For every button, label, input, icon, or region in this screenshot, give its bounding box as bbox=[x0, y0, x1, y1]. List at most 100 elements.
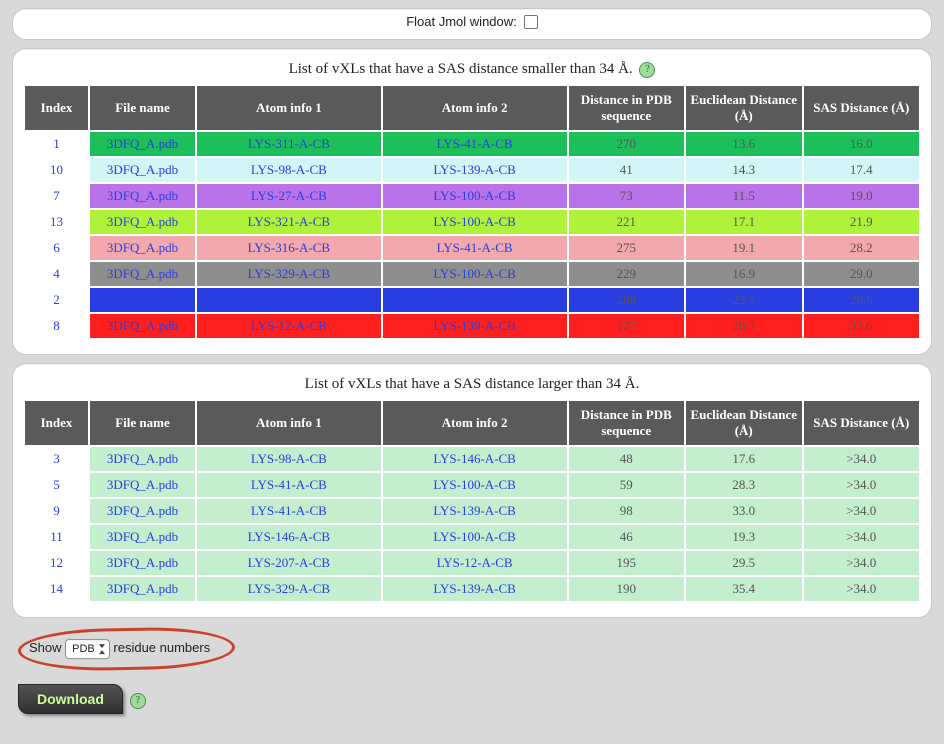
index[interactable]: 6 bbox=[25, 236, 88, 260]
file-name[interactable]: 3DFQ_A.pdb bbox=[90, 184, 195, 208]
table-row[interactable]: 133DFQ_A.pdbLYS-321-A-CBLYS-100-A-CB2211… bbox=[25, 210, 919, 234]
index[interactable]: 11 bbox=[25, 525, 88, 549]
table-row[interactable]: 73DFQ_A.pdbLYS-27-A-CBLYS-100-A-CB7311.5… bbox=[25, 184, 919, 208]
download-help-icon[interactable]: ? bbox=[130, 693, 146, 709]
vxl-table-larger-card: List of vXLs that have a SAS distance la… bbox=[12, 363, 932, 618]
index[interactable]: 12 bbox=[25, 551, 88, 575]
atom-info-2[interactable]: LYS-146-A-CB bbox=[383, 447, 567, 471]
index[interactable]: 9 bbox=[25, 499, 88, 523]
file-name[interactable]: 3DFQ_A.pdb bbox=[90, 577, 195, 601]
table-row[interactable]: 13DFQ_A.pdbLYS-311-A-CBLYS-41-A-CB27013.… bbox=[25, 132, 919, 156]
download-button[interactable]: Download bbox=[18, 684, 123, 714]
atom-info-2[interactable]: LYS-100-A-CB bbox=[383, 473, 567, 497]
file-name[interactable]: 3DFQ_A.pdb bbox=[90, 262, 195, 286]
table-row[interactable]: 123DFQ_A.pdbLYS-207-A-CBLYS-12-A-CB19529… bbox=[25, 551, 919, 575]
index[interactable]: 5 bbox=[25, 473, 88, 497]
index[interactable]: 8 bbox=[25, 314, 88, 338]
table-row[interactable]: 43DFQ_A.pdbLYS-329-A-CBLYS-100-A-CB22916… bbox=[25, 262, 919, 286]
atom-info-1[interactable]: LYS-207-A-CB bbox=[197, 551, 381, 575]
atom-info-1[interactable]: LYS-12-A-CB bbox=[197, 314, 381, 338]
table-row[interactable]: 63DFQ_A.pdbLYS-316-A-CBLYS-41-A-CB27519.… bbox=[25, 236, 919, 260]
atom-info-2[interactable]: LYS-41-A-CB bbox=[383, 288, 567, 312]
file-name[interactable]: 3DFQ_A.pdb bbox=[90, 447, 195, 471]
atom-info-2[interactable]: LYS-139-A-CB bbox=[383, 314, 567, 338]
atom-info-1[interactable]: LYS-41-A-CB bbox=[197, 473, 381, 497]
file-name[interactable]: 3DFQ_A.pdb bbox=[90, 525, 195, 549]
col-header-file[interactable]: File name bbox=[90, 86, 195, 130]
atom-info-1[interactable]: LYS-329-A-CB bbox=[197, 577, 381, 601]
file-name[interactable]: 3DFQ_A.pdb bbox=[90, 236, 195, 260]
atom-info-2[interactable]: LYS-41-A-CB bbox=[383, 236, 567, 260]
atom-info-2[interactable]: LYS-139-A-CB bbox=[383, 499, 567, 523]
col-header-atom2[interactable]: Atom info 2 bbox=[383, 86, 567, 130]
euclidean-distance: 11.5 bbox=[686, 184, 802, 208]
atom-info-2[interactable]: LYS-139-A-CB bbox=[383, 577, 567, 601]
help-icon[interactable]: ? bbox=[639, 62, 655, 78]
atom-info-1[interactable]: LYS-329-A-CB bbox=[197, 262, 381, 286]
file-name[interactable]: 3DFQ_A.pdb bbox=[90, 132, 195, 156]
index[interactable]: 3 bbox=[25, 447, 88, 471]
table-row[interactable]: 33DFQ_A.pdbLYS-98-A-CBLYS-146-A-CB4817.6… bbox=[25, 447, 919, 471]
atom-info-1[interactable]: LYS-316-A-CB bbox=[197, 236, 381, 260]
atom-info-1[interactable]: LYS-98-A-CB bbox=[197, 158, 381, 182]
file-name[interactable]: 3DFQ_A.pdb bbox=[90, 158, 195, 182]
col-header-atom1[interactable]: Atom info 1 bbox=[197, 86, 381, 130]
vxl-table-larger: IndexFile nameAtom info 1Atom info 2Dist… bbox=[23, 399, 921, 603]
index[interactable]: 10 bbox=[25, 158, 88, 182]
table-row[interactable]: 23DFQ_A.pdbLYS-329-A-CBLYS-41-A-CB28823.… bbox=[25, 288, 919, 312]
table-row[interactable]: 83DFQ_A.pdbLYS-12-A-CBLYS-139-A-CB12720.… bbox=[25, 314, 919, 338]
euclidean-distance: 17.1 bbox=[686, 210, 802, 234]
col-header-index[interactable]: Index bbox=[25, 401, 88, 445]
pdb-distance: 98 bbox=[569, 499, 685, 523]
index[interactable]: 2 bbox=[25, 288, 88, 312]
col-header-pdbdist[interactable]: Distance in PDB sequence bbox=[569, 86, 685, 130]
atom-info-2[interactable]: LYS-12-A-CB bbox=[383, 551, 567, 575]
atom-info-1[interactable]: LYS-41-A-CB bbox=[197, 499, 381, 523]
index[interactable]: 13 bbox=[25, 210, 88, 234]
atom-info-1[interactable]: LYS-98-A-CB bbox=[197, 447, 381, 471]
file-name[interactable]: 3DFQ_A.pdb bbox=[90, 551, 195, 575]
atom-info-1[interactable]: LYS-329-A-CB bbox=[197, 288, 381, 312]
file-name[interactable]: 3DFQ_A.pdb bbox=[90, 499, 195, 523]
col-header-sas[interactable]: SAS Distance (Å) bbox=[804, 401, 920, 445]
col-header-atom1[interactable]: Atom info 1 bbox=[197, 401, 381, 445]
col-header-eucl[interactable]: Euclidean Distance (Å) bbox=[686, 86, 802, 130]
atom-info-2[interactable]: LYS-139-A-CB bbox=[383, 158, 567, 182]
atom-info-2[interactable]: LYS-100-A-CB bbox=[383, 525, 567, 549]
index[interactable]: 14 bbox=[25, 577, 88, 601]
atom-info-1[interactable]: LYS-146-A-CB bbox=[197, 525, 381, 549]
atom-info-1[interactable]: LYS-321-A-CB bbox=[197, 210, 381, 234]
index[interactable]: 1 bbox=[25, 132, 88, 156]
file-name[interactable]: 3DFQ_A.pdb bbox=[90, 314, 195, 338]
float-jmol-checkbox[interactable] bbox=[524, 15, 538, 29]
file-name[interactable]: 3DFQ_A.pdb bbox=[90, 473, 195, 497]
file-name[interactable]: 3DFQ_A.pdb bbox=[90, 288, 195, 312]
col-header-eucl[interactable]: Euclidean Distance (Å) bbox=[686, 401, 802, 445]
atom-info-2[interactable]: LYS-41-A-CB bbox=[383, 132, 567, 156]
residue-number-select[interactable]: PDB bbox=[65, 639, 110, 659]
table-row[interactable]: 103DFQ_A.pdbLYS-98-A-CBLYS-139-A-CB4114.… bbox=[25, 158, 919, 182]
atom-info-2[interactable]: LYS-100-A-CB bbox=[383, 184, 567, 208]
atom-info-1[interactable]: LYS-311-A-CB bbox=[197, 132, 381, 156]
vxl-table-smaller-card: List of vXLs that have a SAS distance sm… bbox=[12, 48, 932, 355]
col-header-index[interactable]: Index bbox=[25, 86, 88, 130]
atom-info-2[interactable]: LYS-100-A-CB bbox=[383, 262, 567, 286]
atom-info-1[interactable]: LYS-27-A-CB bbox=[197, 184, 381, 208]
index[interactable]: 7 bbox=[25, 184, 88, 208]
pdb-distance: 229 bbox=[569, 262, 685, 286]
col-header-sas[interactable]: SAS Distance (Å) bbox=[804, 86, 920, 130]
col-header-file[interactable]: File name bbox=[90, 401, 195, 445]
euclidean-distance: 33.0 bbox=[686, 499, 802, 523]
col-header-pdbdist[interactable]: Distance in PDB sequence bbox=[569, 401, 685, 445]
table2-caption-text: List of vXLs that have a SAS distance la… bbox=[305, 376, 640, 392]
index[interactable]: 4 bbox=[25, 262, 88, 286]
sas-distance: >34.0 bbox=[804, 447, 920, 471]
col-header-atom2[interactable]: Atom info 2 bbox=[383, 401, 567, 445]
table-row[interactable]: 93DFQ_A.pdbLYS-41-A-CBLYS-139-A-CB9833.0… bbox=[25, 499, 919, 523]
atom-info-2[interactable]: LYS-100-A-CB bbox=[383, 210, 567, 234]
file-name[interactable]: 3DFQ_A.pdb bbox=[90, 210, 195, 234]
table-row[interactable]: 113DFQ_A.pdbLYS-146-A-CBLYS-100-A-CB4619… bbox=[25, 525, 919, 549]
table-row[interactable]: 53DFQ_A.pdbLYS-41-A-CBLYS-100-A-CB5928.3… bbox=[25, 473, 919, 497]
sas-distance: >34.0 bbox=[804, 577, 920, 601]
table-row[interactable]: 143DFQ_A.pdbLYS-329-A-CBLYS-139-A-CB1903… bbox=[25, 577, 919, 601]
